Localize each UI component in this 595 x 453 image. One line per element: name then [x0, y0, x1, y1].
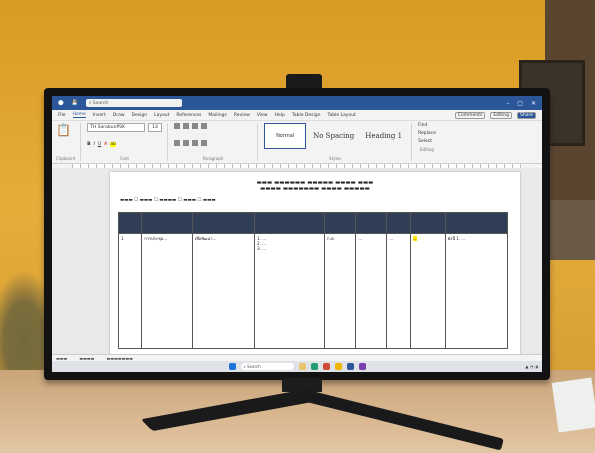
table-header-cell [117, 212, 143, 234]
doc-meta-line: ▬▬▬ ☐ ▬▬▬ ☐ ▬▬▬▬ ☐ ▬▬▬ ☐ ▬▬▬ [120, 198, 216, 203]
taskbar-search-label: Search [247, 364, 261, 369]
menu-help[interactable]: Help [275, 113, 285, 118]
style-no-spacing[interactable]: No Spacing [309, 132, 358, 140]
menu-design[interactable]: Design [132, 113, 148, 118]
maximize-icon[interactable]: ▢ [517, 100, 523, 107]
table-header-cell [324, 212, 357, 234]
table-header-cell [355, 212, 388, 234]
align-left-icon[interactable] [174, 139, 181, 146]
highlighted-text: ... [412, 236, 417, 241]
justify-icon[interactable] [201, 139, 208, 146]
underline-icon[interactable]: U [98, 142, 101, 147]
windows-start-icon[interactable] [228, 363, 236, 370]
font-size-box[interactable]: 14 [148, 123, 163, 132]
menu-home[interactable]: Home [72, 112, 86, 118]
menu-draw[interactable]: Draw [113, 113, 125, 118]
style-normal[interactable]: Normal [264, 123, 307, 149]
monitor: ⬤ 💾 ⌕ Search – ▢ ✕ File Home Insert Draw… [44, 88, 550, 380]
table-cell[interactable]: ... [355, 233, 388, 349]
close-icon[interactable]: ✕ [531, 100, 536, 107]
table-cell[interactable]: ดังนี้ 1. ... [444, 233, 509, 349]
chrome-icon[interactable] [334, 363, 342, 370]
menu-bar: File Home Insert Draw Design Layout Refe… [52, 110, 542, 121]
highlight-icon[interactable]: ab [110, 141, 116, 147]
multilevel-icon[interactable] [192, 123, 199, 129]
app-icon[interactable] [322, 363, 330, 370]
save-icon[interactable]: 💾 [72, 100, 78, 106]
title-search-box[interactable]: ⌕ Search [85, 99, 182, 107]
word-icon[interactable] [346, 363, 354, 370]
styles-label: Styles [329, 156, 342, 161]
menu-layout[interactable]: Layout [154, 113, 169, 118]
select-button[interactable]: Select [418, 139, 436, 144]
menu-view[interactable]: View [257, 113, 268, 118]
system-tray[interactable]: ▲ ◔ ◑ [525, 364, 538, 369]
paper-sheet [551, 377, 595, 433]
styles-group: Normal No Spacing Heading 1 Styles [264, 123, 413, 161]
table-header-cell [191, 212, 256, 234]
table-cell[interactable]: 1 [117, 233, 143, 349]
word-titlebar: ⬤ 💾 ⌕ Search – ▢ ✕ [52, 96, 542, 110]
replace-button[interactable]: Replace [418, 131, 436, 136]
bold-icon[interactable]: B [87, 142, 90, 147]
paste-icon[interactable]: 📋 [56, 123, 71, 137]
paragraph-label: Paragraph [202, 156, 224, 161]
menu-table-layout[interactable]: Table Layout [327, 113, 355, 118]
document-page[interactable]: ▬▬▬ ▬▬▬▬▬▬ ▬▬▬▬▬ ▬▬▬▬ ▬▬▬ ▬▬▬▬ ▬▬▬▬▬▬▬ ▬… [110, 172, 520, 372]
bullets-icon[interactable] [174, 123, 181, 129]
table-header-cell [254, 212, 326, 234]
font-color-icon[interactable]: A [104, 142, 107, 147]
table-cell[interactable]: การประชุม... [141, 233, 193, 349]
table-header-cell [141, 212, 193, 234]
ribbon: 📋 Clipboard TH SarabunPSK 14 B I U A ab … [52, 121, 542, 164]
align-right-icon[interactable] [192, 139, 199, 146]
autosave-toggle[interactable]: ⬤ [58, 100, 64, 106]
taskbar: ⌕ Search ▲ ◔ ◑ [52, 361, 542, 372]
table-header-row [117, 212, 509, 234]
search-placeholder: Search [92, 100, 109, 106]
document-area[interactable]: ▬▬▬ ▬▬▬▬▬▬ ▬▬▬▬▬ ▬▬▬▬ ▬▬▬ ▬▬▬▬ ▬▬▬▬▬▬▬ ▬… [52, 168, 542, 372]
indent-icon[interactable] [201, 123, 208, 129]
menu-table-design[interactable]: Table Design [292, 113, 321, 118]
table-cell[interactable]: ก.พ. [324, 233, 357, 349]
style-heading-1[interactable]: Heading 1 [361, 132, 406, 140]
menu-review[interactable]: Review [234, 113, 250, 118]
table-cell[interactable]: ... [386, 233, 411, 349]
table-cell[interactable]: ... [409, 233, 446, 349]
font-label: Font [120, 156, 129, 161]
taskbar-search[interactable]: ⌕ Search [240, 363, 294, 370]
table-row: 1 การประชุม... เพื่อพัฒนา... 1. ... 2. .… [117, 233, 509, 349]
share-button[interactable]: Share [517, 111, 536, 119]
file-explorer-icon[interactable] [298, 363, 306, 370]
font-name-box[interactable]: TH SarabunPSK [87, 123, 146, 132]
editing-label: Editing [420, 147, 434, 152]
clipboard-label: Clipboard [56, 156, 76, 161]
paragraph-group: Paragraph [174, 123, 259, 161]
comments-button[interactable]: Comments [454, 111, 486, 119]
font-group: TH SarabunPSK 14 B I U A ab Font [87, 123, 169, 161]
app-icon[interactable] [358, 363, 366, 370]
menu-mailings[interactable]: Mailings [208, 113, 226, 118]
table-cell[interactable]: 1. ... 2. ... 3. ... [254, 233, 326, 349]
editing-button[interactable]: Editing [490, 111, 512, 119]
clipboard-group: 📋 Clipboard [56, 123, 82, 161]
italic-icon[interactable]: I [94, 142, 95, 147]
table-header-cell [409, 212, 446, 234]
menu-references[interactable]: References [176, 113, 201, 118]
table-header-cell [444, 212, 509, 234]
wall-decoration [545, 200, 595, 260]
edge-icon[interactable] [310, 363, 318, 370]
table-header-cell [386, 212, 411, 234]
menu-insert[interactable]: Insert [93, 113, 106, 118]
table-cell[interactable]: เพื่อพัฒนา... [191, 233, 256, 349]
editing-group: Find Replace Select Editing [418, 123, 436, 161]
screen: ⬤ 💾 ⌕ Search – ▢ ✕ File Home Insert Draw… [52, 96, 542, 372]
find-button[interactable]: Find [418, 123, 436, 128]
minimize-icon[interactable]: – [506, 100, 509, 107]
doc-heading-line-2: ▬▬▬▬ ▬▬▬▬▬▬▬ ▬▬▬▬ ▬▬▬▬▬ [260, 186, 370, 192]
menu-file[interactable]: File [58, 113, 66, 118]
numbering-icon[interactable] [183, 123, 190, 129]
align-center-icon[interactable] [183, 139, 190, 146]
plan-table[interactable]: 1 การประชุม... เพื่อพัฒนา... 1. ... 2. .… [117, 212, 509, 349]
